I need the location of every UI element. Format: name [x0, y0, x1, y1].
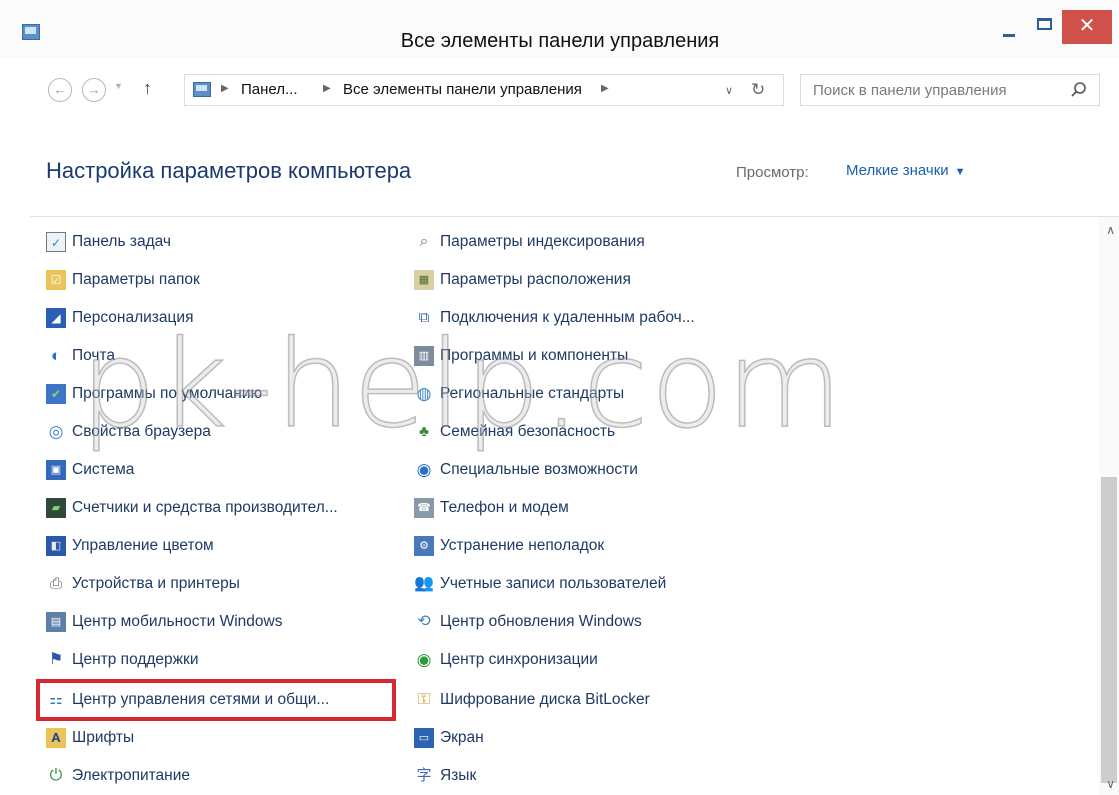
item-label: Система	[72, 461, 135, 478]
back-button[interactable]: ←	[48, 78, 72, 102]
folder-options-icon: ☑	[46, 270, 66, 290]
item-label: Электропитание	[72, 767, 191, 784]
mail-icon: ◐	[50, 346, 62, 365]
item-label: Центр поддержки	[72, 651, 199, 668]
page-title: Настройка параметров компьютера	[46, 158, 412, 183]
item-label: Центр обновления Windows	[440, 613, 642, 630]
item-label: Подключения к удаленным рабоч...	[440, 309, 695, 326]
close-button[interactable]: ✕	[1062, 10, 1112, 44]
forward-button[interactable]: →	[82, 78, 106, 102]
item-label: Параметры индексирования	[440, 233, 645, 250]
view-by-dropdown[interactable]: Мелкие значки ▼	[846, 162, 966, 179]
item-label: Программы и компоненты	[440, 347, 629, 364]
item-label: Почта	[72, 347, 116, 364]
dropdown-arrow-icon: ▼	[954, 166, 966, 178]
maximize-button[interactable]	[1028, 10, 1062, 44]
item-label: Устройства и принтеры	[72, 575, 240, 592]
minimize-button[interactable]	[992, 10, 1026, 44]
item-label: Персонализация	[72, 309, 194, 326]
up-arrow-button[interactable]: ↑	[143, 78, 152, 99]
performance-icon: ▰	[46, 498, 66, 518]
item-label: Свойства браузера	[72, 423, 211, 440]
view-by-label: Просмотр:	[736, 164, 809, 181]
address-field[interactable]: ▶ Панел... ▶ Все элементы панели управле…	[184, 74, 784, 106]
search-placeholder: Поиск в панели управления	[813, 82, 1007, 99]
default-programs-icon: ✔	[46, 384, 66, 404]
item-label: Телефон и модем	[440, 499, 569, 516]
control-panel-items: ✓ Панель задач ☑ Параметры папок ◢ Персо…	[30, 216, 1119, 795]
window-title: Все элементы панели управления	[400, 30, 720, 52]
color-management-icon: ◧	[46, 536, 66, 556]
scrollbar-thumb[interactable]	[1101, 477, 1117, 783]
mobility-center-icon: ▤	[46, 612, 66, 632]
control-panel-icon	[193, 82, 211, 97]
family-safety-icon: ♣	[419, 423, 429, 440]
item-label: Специальные возможности	[440, 461, 638, 478]
address-bar: ← → ▼ ↑ ▶ Панел... ▶ Все элементы панели…	[0, 62, 1119, 114]
item-label: Параметры папок	[72, 271, 200, 288]
item-label: Учетные записи пользователей	[440, 575, 667, 592]
troubleshooting-icon: ⚙	[414, 536, 434, 556]
system-icon: ▣	[46, 460, 66, 480]
location-icon: ▦	[414, 270, 434, 290]
item-label: Программы по умолчанию	[72, 385, 263, 402]
view-by-value: Мелкие значки	[846, 162, 949, 179]
region-globe-icon: ◍	[416, 384, 432, 403]
item-label: Семейная безопасность	[440, 423, 616, 440]
item-label: Региональные стандарты	[440, 385, 625, 402]
refresh-icon[interactable]: ↻	[751, 80, 765, 100]
action-center-flag-icon: ⚑	[48, 651, 64, 668]
browser-properties-icon: ◎	[48, 422, 64, 441]
vertical-scrollbar[interactable]: ∧ ∨	[1099, 217, 1119, 795]
item-label: Устранение неполадок	[440, 537, 605, 554]
fonts-icon: A	[46, 728, 66, 748]
item-label: Центр мобильности Windows	[72, 613, 283, 630]
phone-modem-icon: ☎	[414, 498, 434, 518]
power-options-icon: ⏻	[49, 767, 63, 784]
sync-center-icon: ◉	[416, 650, 432, 669]
display-icon: ▭	[414, 728, 434, 748]
item-label: Шифрование диска BitLocker	[440, 691, 650, 708]
title-bar: Все элементы панели управления ✕	[0, 0, 1119, 58]
indexing-icon: ⌕	[419, 233, 429, 250]
item-label: Параметры расположения	[440, 271, 631, 288]
search-input[interactable]: Поиск в панели управления	[800, 74, 1100, 106]
address-history-chevron-icon[interactable]: ∨	[725, 84, 733, 97]
item-label: Язык	[440, 767, 477, 784]
ease-of-access-icon: ◉	[416, 460, 432, 479]
remote-desktop-icon: ⧉	[418, 309, 430, 326]
item-label: Счетчики и средства производител...	[72, 499, 338, 516]
crumb-separator-icon[interactable]: ▶	[221, 83, 229, 94]
personalization-icon: ◢	[46, 308, 66, 328]
item-label: Центр синхронизации	[440, 651, 598, 668]
highlight-box	[36, 679, 396, 721]
bitlocker-icon: ⚿	[417, 691, 431, 708]
item-label: Панель задач	[72, 233, 171, 250]
item-label: Управление цветом	[72, 537, 214, 554]
scroll-up-icon[interactable]: ∧	[1106, 223, 1115, 237]
devices-printers-icon: ⎙	[49, 575, 62, 592]
crumb-separator-icon[interactable]: ▶	[601, 83, 609, 94]
windows-update-icon: ⟲	[417, 613, 431, 630]
breadcrumb-all-items[interactable]: Все элементы панели управления	[343, 81, 582, 98]
item-label: Экран	[440, 729, 484, 746]
item-label: Шрифты	[72, 729, 135, 746]
recent-locations-dropdown[interactable]: ▼	[114, 81, 123, 91]
crumb-separator-icon[interactable]: ▶	[323, 83, 331, 94]
scroll-down-icon[interactable]: ∨	[1106, 777, 1115, 791]
taskbar-icon: ✓	[46, 232, 66, 252]
programs-features-icon: ▥	[414, 346, 434, 366]
control-panel-app-icon[interactable]	[22, 24, 40, 40]
search-icon[interactable]	[1069, 80, 1089, 100]
language-icon: 字	[416, 767, 432, 784]
user-accounts-icon: 👥	[414, 575, 434, 592]
breadcrumb-control-panel[interactable]: Панел...	[241, 81, 298, 98]
